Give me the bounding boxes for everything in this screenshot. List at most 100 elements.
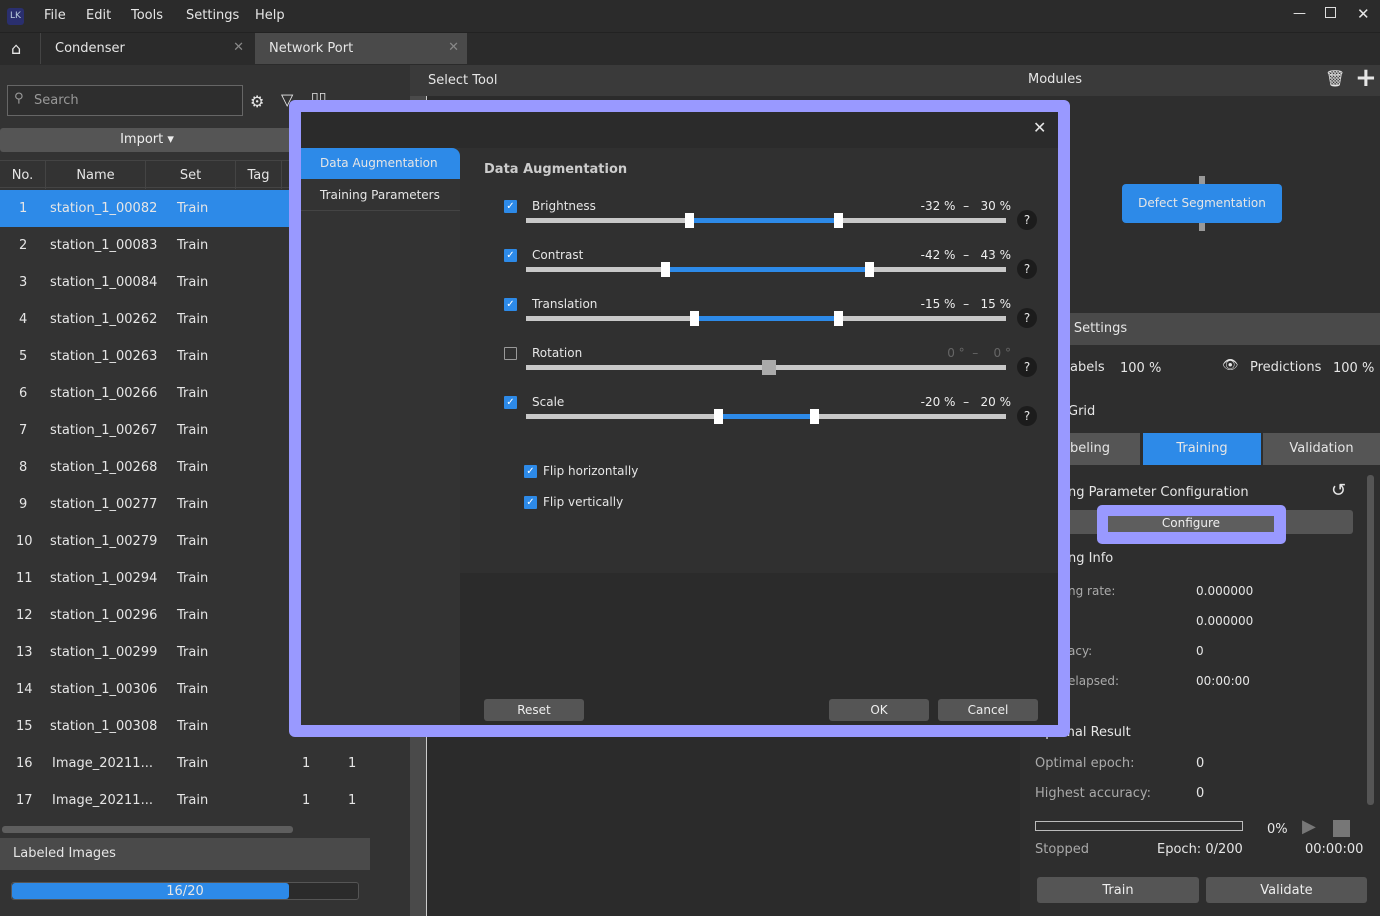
menu-help[interactable]: Help [255, 8, 285, 23]
slider-handle-high[interactable] [834, 311, 843, 326]
predictions-toggle[interactable]: Predictions [1250, 360, 1321, 375]
display-settings-header: y Settings [1020, 313, 1380, 345]
help-icon[interactable]: ? [1017, 406, 1037, 426]
predictions-opacity[interactable]: 100 % [1333, 361, 1374, 376]
cell-name: station_1_00277 [50, 497, 158, 512]
image-settings-icon[interactable]: ⚙ [250, 92, 264, 111]
reset-button[interactable]: Reset [484, 699, 584, 721]
validate-button[interactable]: Validate [1206, 877, 1367, 903]
cell-no: 7 [19, 423, 28, 438]
nav-data-augmentation[interactable]: Data Augmentation [301, 148, 460, 179]
flip-vertical-label: Flip vertically [543, 495, 624, 509]
module-node-defect-segmentation[interactable]: Defect Segmentation [1122, 184, 1282, 223]
flip-vertical-checkbox[interactable]: ✓ [524, 496, 537, 509]
translation-checkbox[interactable]: ✓ [504, 298, 517, 311]
add-icon[interactable]: + [1355, 63, 1377, 93]
cell-name: station_1_00084 [50, 275, 158, 290]
tab-label: beling [1070, 441, 1110, 456]
configure-button[interactable]: Configure [1108, 516, 1274, 532]
close-tab-icon[interactable]: ✕ [233, 40, 244, 55]
tab-label: Condenser [55, 41, 125, 56]
stop-icon[interactable] [1333, 820, 1350, 837]
data-augmentation-dialog: ✕ Data Augmentation Training Parameters … [301, 112, 1058, 725]
app-logo: LK [7, 8, 24, 25]
table-row[interactable]: 17 Image_20211... Train 1 1 [0, 782, 370, 819]
close-tab-icon[interactable]: ✕ [448, 40, 459, 55]
scale-checkbox[interactable]: ✓ [504, 396, 517, 409]
column-set[interactable]: Set [146, 161, 236, 189]
trash-icon[interactable]: 🗑 [1325, 69, 1345, 88]
tab-training[interactable]: Training [1143, 433, 1261, 465]
cell-name: station_1_00267 [50, 423, 158, 438]
slider-fill [665, 267, 870, 272]
table-row[interactable]: 16 Image_20211... Train 1 1 [0, 745, 370, 782]
cell-no: 8 [19, 460, 28, 475]
menu-file[interactable]: File [44, 8, 66, 23]
slider-handle-high[interactable] [865, 262, 875, 277]
slider-handle-low[interactable] [690, 311, 699, 326]
cell-set: Train [177, 756, 209, 771]
info-value: 0.000000 [1196, 614, 1254, 628]
cancel-button[interactable]: Cancel [938, 699, 1038, 721]
cell-name: station_1_00268 [50, 460, 158, 475]
vertical-scrollbar[interactable] [1367, 475, 1374, 805]
rotation-slider[interactable] [526, 360, 1006, 375]
column-no[interactable]: No. [0, 161, 46, 189]
slider-handle-high[interactable] [834, 213, 843, 228]
brightness-checkbox[interactable]: ✓ [504, 200, 517, 213]
contrast-slider[interactable] [526, 262, 1006, 277]
help-icon[interactable]: ? [1017, 210, 1037, 230]
section-title: Data Augmentation [484, 162, 628, 177]
slider-handle-low[interactable] [685, 213, 695, 228]
menu-edit[interactable]: Edit [86, 8, 111, 23]
translation-slider[interactable] [526, 311, 1006, 326]
brightness-label: Brightness [532, 199, 596, 213]
import-button[interactable]: Import ▾ [0, 128, 294, 152]
column-tag[interactable]: Tag [236, 161, 282, 189]
history-icon[interactable]: ↺ [1331, 480, 1346, 501]
flip-horizontal-checkbox[interactable]: ✓ [524, 465, 537, 478]
menu-tools[interactable]: Tools [131, 8, 163, 23]
slider-handle-high[interactable] [767, 360, 776, 375]
configure-highlight: Configure [1097, 505, 1286, 544]
slider-handle-low[interactable] [714, 409, 723, 424]
cell-name: station_1_00296 [50, 608, 158, 623]
scale-slider[interactable] [526, 409, 1006, 424]
column-name[interactable]: Name [46, 161, 146, 189]
train-button[interactable]: Train [1037, 877, 1199, 903]
ok-button[interactable]: OK [829, 699, 929, 721]
close-window-icon[interactable]: ✕ [1357, 5, 1370, 23]
augmentation-content: Data Augmentation ✓ Brightness -32 % – 3… [460, 148, 1058, 573]
help-icon[interactable]: ? [1017, 357, 1037, 377]
search-input[interactable]: ⚲ Search [7, 85, 243, 116]
help-icon[interactable]: ? [1017, 308, 1037, 328]
nav-training-parameters[interactable]: Training Parameters [301, 180, 460, 211]
labels-toggle[interactable]: abels [1070, 360, 1105, 375]
tab-validation[interactable]: Validation [1263, 433, 1380, 465]
slider-handle-high[interactable] [810, 409, 819, 424]
info-value: 0 [1196, 644, 1204, 658]
menu-settings[interactable]: Settings [186, 8, 239, 23]
cell-name: station_1_00294 [50, 571, 158, 586]
cell-set: Train [177, 719, 209, 734]
home-icon[interactable]: ⌂ [11, 39, 21, 58]
connector-top [1199, 176, 1205, 184]
minimize-icon[interactable]: — [1293, 6, 1306, 21]
table-row[interactable]: 1 station_1_00082 Train [0, 190, 290, 227]
play-icon[interactable]: ▶ [1302, 816, 1316, 837]
contrast-checkbox[interactable]: ✓ [504, 249, 517, 262]
tab-network-port[interactable]: Network Port ✕ [255, 33, 467, 64]
close-dialog-icon[interactable]: ✕ [1033, 118, 1046, 137]
labels-opacity[interactable]: 100 % [1120, 361, 1161, 376]
help-icon[interactable]: ? [1017, 259, 1037, 279]
grid-toggle[interactable]: Grid [1068, 404, 1095, 419]
search-placeholder: Search [34, 93, 79, 108]
cell-no: 4 [19, 312, 28, 327]
maximize-icon[interactable] [1325, 7, 1336, 18]
slider-handle-low[interactable] [661, 262, 671, 277]
eye-icon[interactable]: 👁 [1222, 358, 1239, 373]
rotation-checkbox[interactable] [504, 347, 517, 360]
horizontal-scrollbar[interactable] [2, 826, 293, 833]
tab-condenser[interactable]: Condenser ✕ [40, 33, 250, 64]
brightness-slider[interactable] [526, 213, 1006, 228]
